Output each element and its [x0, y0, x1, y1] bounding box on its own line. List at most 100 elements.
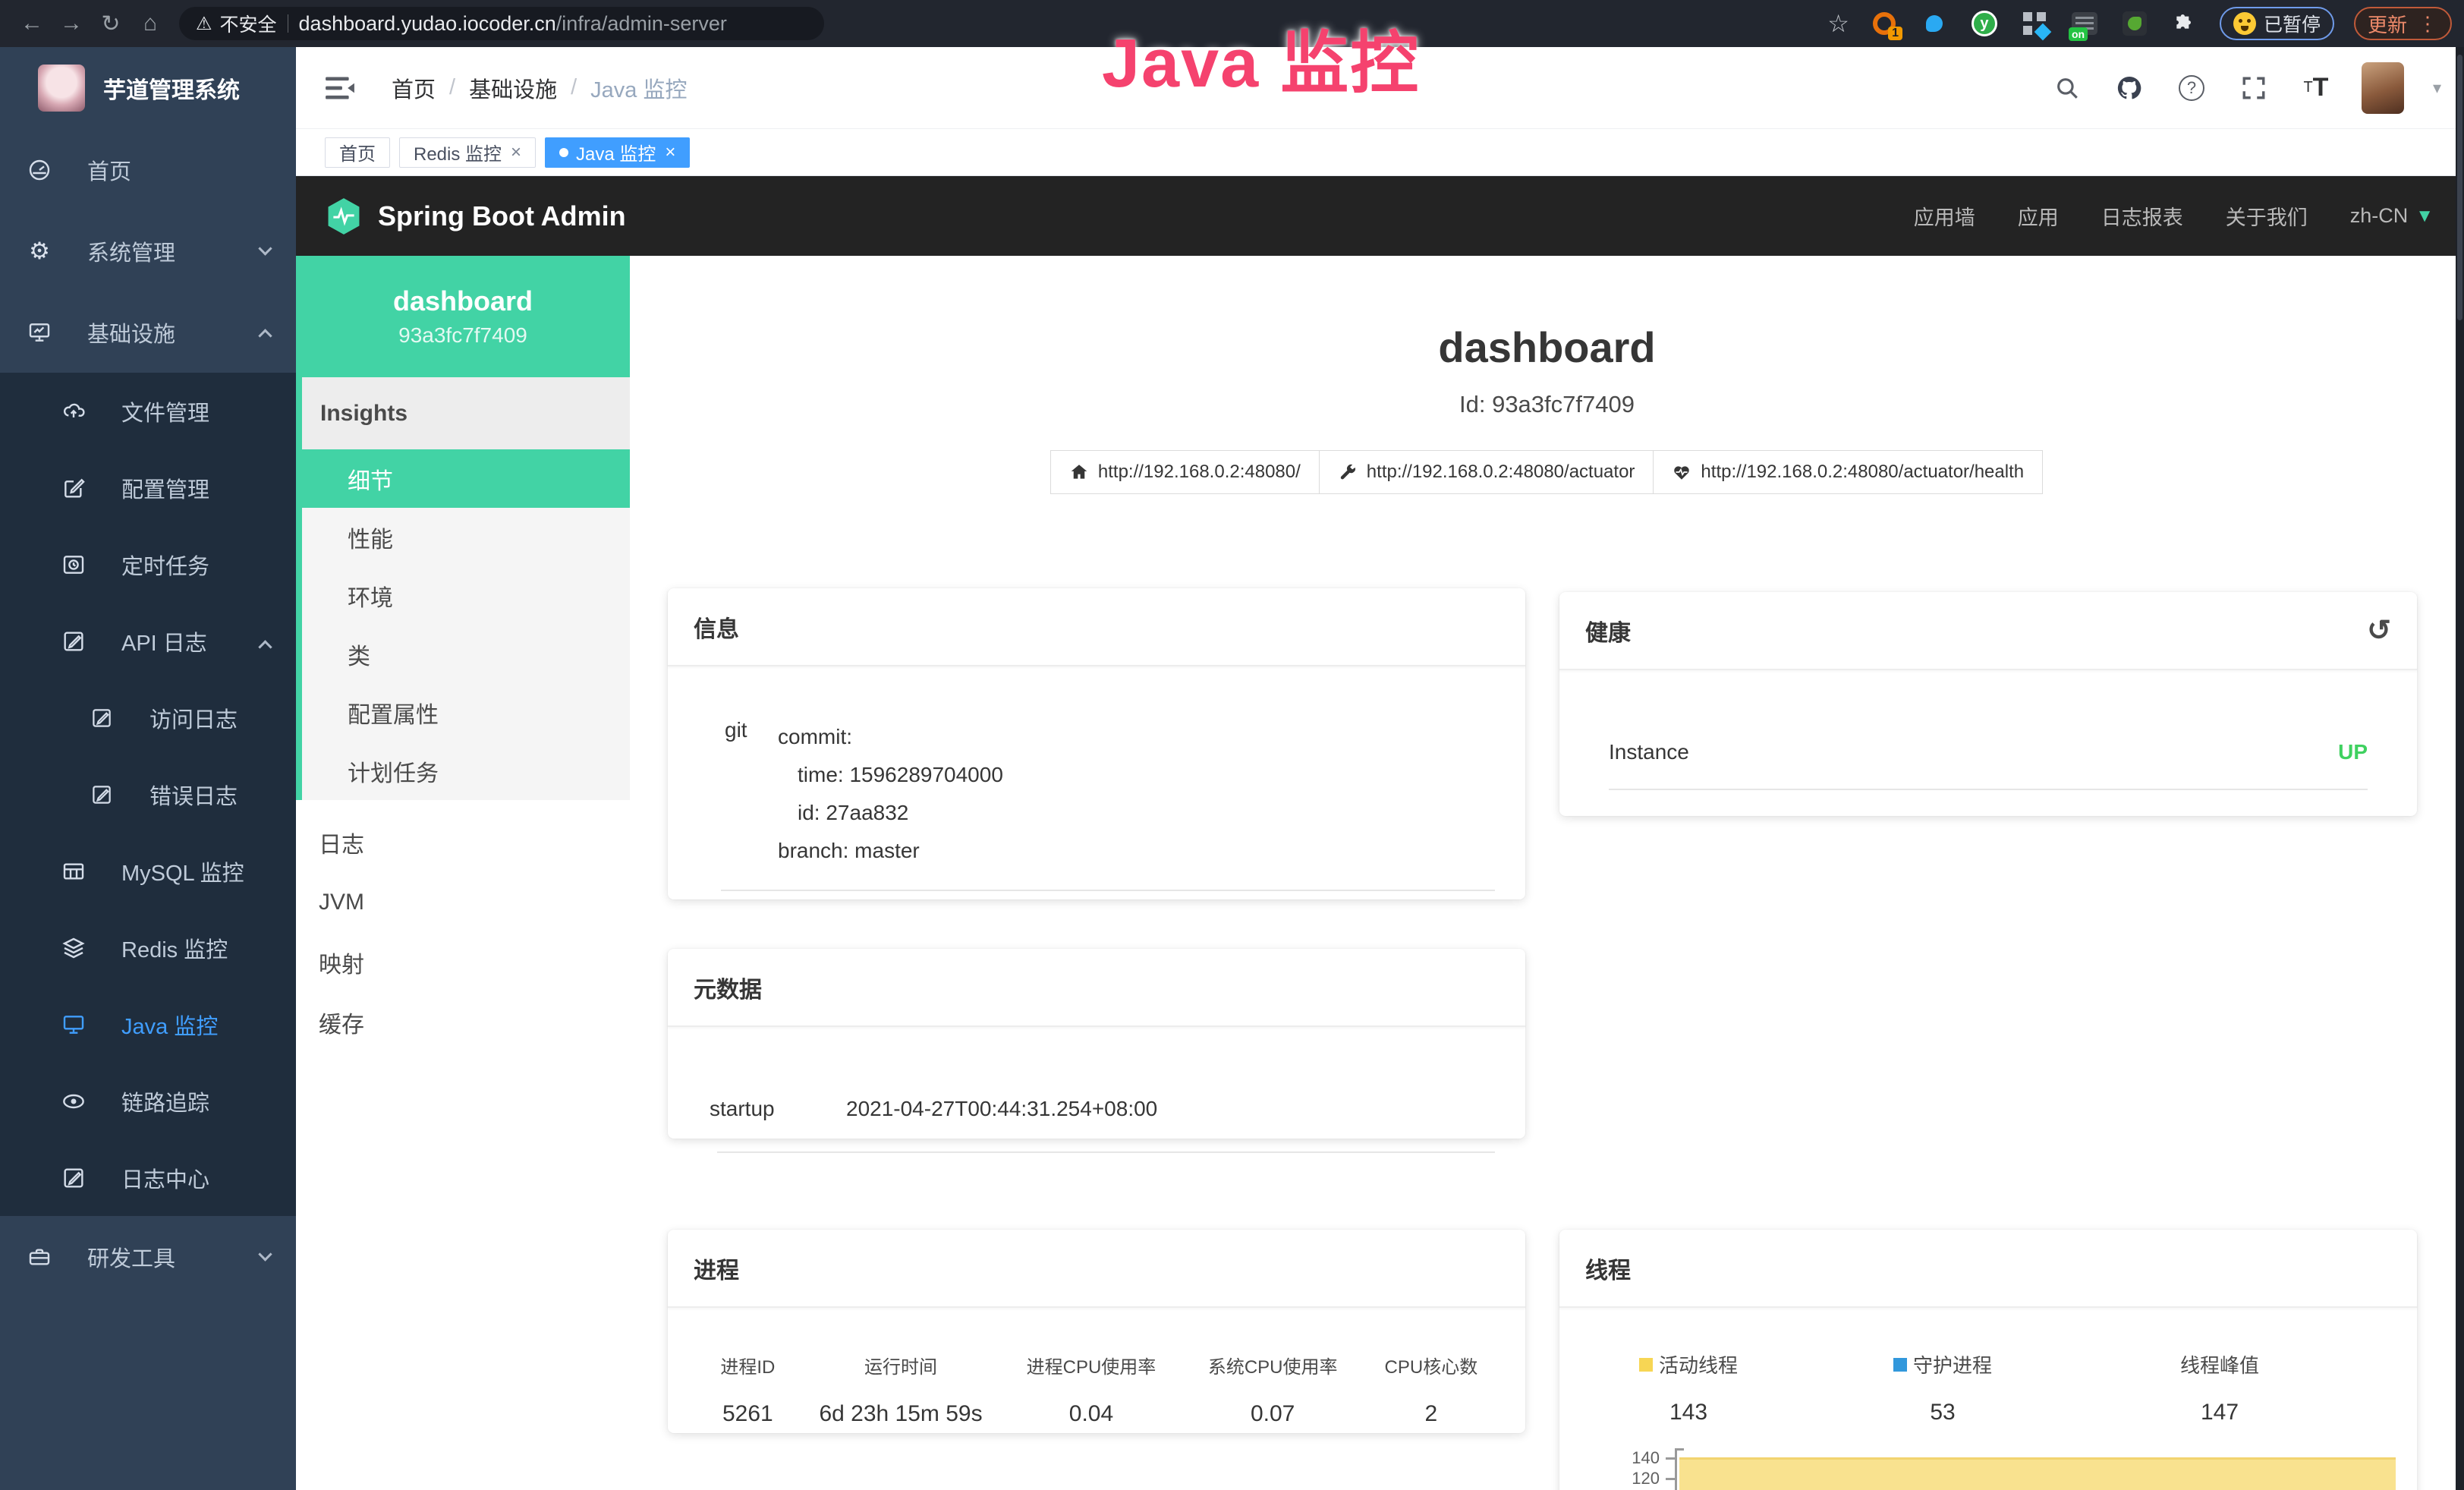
breadcrumb-section[interactable]: 基础设施 — [469, 72, 557, 104]
extension-switch-on-icon[interactable]: on — [2069, 8, 2100, 39]
legend-swatch-yellow — [1639, 1358, 1653, 1372]
process-card: 进程 进程ID 运行时间 进程CPU使用率 系统CPU使用率 CPU核心数 — [668, 1230, 1525, 1433]
search-icon[interactable] — [2050, 71, 2084, 105]
app-sidebar: 芋道管理系统 首页 ⚙ 系统管理 基础设施 — [0, 47, 296, 1490]
browser-update-button[interactable]: 更新 ⋮ — [2354, 7, 2452, 40]
font-size-icon[interactable]: TT — [2299, 71, 2333, 105]
sidebar-item-home[interactable]: 首页 — [0, 129, 296, 210]
back-icon[interactable]: ← — [12, 11, 52, 36]
edit-square-icon — [61, 476, 87, 500]
sba-menu-metrics[interactable]: 性能 — [302, 508, 630, 566]
scrollbar-thumb[interactable] — [2457, 55, 2462, 320]
sba-menu-details[interactable]: 细节 — [302, 449, 630, 508]
forward-icon[interactable]: → — [52, 11, 91, 36]
sidebar-item-label: Redis 监控 — [121, 932, 228, 964]
extensions-puzzle-icon[interactable] — [2170, 8, 2200, 39]
sidebar-item-config-management[interactable]: 配置管理 — [0, 449, 296, 526]
sba-locale-select[interactable]: zh-CN ▼ — [2350, 204, 2434, 228]
sba-menu-configprops[interactable]: 配置属性 — [302, 683, 630, 742]
live-threads-area-fill — [1679, 1457, 2396, 1490]
browser-menu-icon[interactable]: ⋮ — [2418, 12, 2438, 36]
history-icon[interactable]: ↺ — [2367, 613, 2391, 647]
breadcrumb-separator: / — [571, 75, 577, 100]
address-bar[interactable]: ⚠ 不安全 dashboard.yudao.iocoder.cn /infra/… — [179, 7, 824, 40]
reload-icon[interactable]: ↻ — [91, 11, 131, 37]
extension-leaf-icon[interactable] — [2119, 8, 2150, 39]
process-col-uptime: 运行时间 — [801, 1352, 1001, 1378]
breadcrumb-home[interactable]: 首页 — [392, 72, 436, 104]
extension-pin-icon[interactable] — [1919, 8, 1949, 39]
sba-menu-classes[interactable]: 类 — [302, 625, 630, 683]
sba-brand[interactable]: Spring Boot Admin — [326, 197, 626, 235]
avatar-caret-icon[interactable]: ▾ — [2433, 78, 2441, 98]
sba-menu-scheduled-tasks[interactable]: 计划任务 — [302, 742, 630, 800]
sidebar-item-system[interactable]: ⚙ 系统管理 — [0, 210, 296, 291]
sba-nav-wallboard[interactable]: 应用墙 — [1914, 201, 1975, 231]
sidebar-item-log-center[interactable]: 日志中心 — [0, 1139, 296, 1216]
sba-menu-mappings[interactable]: 映射 — [296, 932, 630, 992]
sidebar-item-dev-tools[interactable]: 研发工具 — [0, 1216, 296, 1297]
sba-menu-jvm[interactable]: JVM — [296, 872, 630, 932]
sba-menu-caches[interactable]: 缓存 — [296, 992, 630, 1052]
profile-paused-pill[interactable]: 已暂停 — [2220, 7, 2334, 40]
metadata-card-body: startup 2021-04-27T00:44:31.254+08:00 — [668, 1027, 1525, 1121]
sba-instance-sidebar: dashboard 93a3fc7f7409 Insights 细节 性能 环境… — [296, 256, 630, 1490]
sidebar-item-label: Java 监控 — [121, 1009, 218, 1041]
instance-title: dashboard — [630, 323, 2464, 372]
gear-icon: ⚙ — [27, 238, 52, 265]
legend-label: 守护进程 — [1913, 1350, 1992, 1378]
sidebar-item-redis-monitor[interactable]: Redis 监控 — [0, 909, 296, 986]
health-instance-row[interactable]: Instance UP — [1609, 740, 2368, 764]
sidebar-item-java-monitor[interactable]: Java 监控 — [0, 986, 296, 1063]
instance-links: http://192.168.0.2:48080/ http://192.168… — [630, 450, 2464, 494]
sba-nav-journal[interactable]: 日志报表 — [2101, 201, 2183, 231]
sidebar-item-mysql-monitor[interactable]: MySQL 监控 — [0, 833, 296, 909]
sidebar-item-error-log[interactable]: 错误日志 — [0, 756, 296, 833]
sidebar-item-trace[interactable]: 链路追踪 — [0, 1063, 296, 1139]
sba-instance-header[interactable]: dashboard 93a3fc7f7409 — [296, 256, 630, 377]
page-scrollbar[interactable] — [2456, 47, 2464, 1490]
user-avatar[interactable] — [2362, 62, 2404, 114]
process-col-cores: CPU核心数 — [1364, 1352, 1499, 1378]
sba-nav-about[interactable]: 关于我们 — [2226, 201, 2308, 231]
github-icon[interactable] — [2113, 71, 2146, 105]
sidebar-item-label: 访问日志 — [149, 702, 238, 734]
hamburger-fold-icon[interactable] — [323, 71, 357, 105]
threads-card-body: 活动线程 守护进程 线程峰值 — [1559, 1308, 2417, 1490]
sidebar-item-access-log[interactable]: 访问日志 — [0, 679, 296, 756]
help-icon[interactable]: ? — [2175, 71, 2208, 105]
fullscreen-icon[interactable] — [2237, 71, 2270, 105]
process-proc-cpu-value: 0.04 — [1000, 1401, 1182, 1427]
row-divider — [721, 890, 1495, 891]
y-tick-120: 120 — [1606, 1470, 1660, 1487]
app-logo-row[interactable]: 芋道管理系统 — [0, 47, 296, 129]
sba-menu-logs[interactable]: 日志 — [296, 812, 630, 872]
close-icon[interactable]: × — [665, 142, 675, 163]
tab-java-monitor[interactable]: Java 监控 × — [545, 137, 690, 168]
close-icon[interactable]: × — [511, 142, 521, 163]
sba-nav-applications[interactable]: 应用 — [2018, 201, 2059, 231]
sidebar-item-scheduled-jobs[interactable]: 定时任务 — [0, 526, 296, 603]
health-url-button[interactable]: http://192.168.0.2:48080/actuator/health — [1653, 450, 2043, 494]
monitor-icon — [27, 320, 52, 345]
active-dot — [559, 148, 568, 157]
extension-colorpicker-icon[interactable]: 1 — [1869, 8, 1899, 39]
annotation-overlay-text: Java 监控 — [1102, 8, 1420, 106]
home-icon[interactable]: ⌂ — [131, 11, 170, 36]
sidebar-item-infrastructure[interactable]: 基础设施 — [0, 291, 296, 373]
sidebar-item-file-management[interactable]: 文件管理 — [0, 373, 296, 449]
legend-peak-threads: 线程峰值 — [2068, 1350, 2371, 1378]
sba-menu-environment[interactable]: 环境 — [302, 566, 630, 625]
spring-boot-admin-frame: Spring Boot Admin 应用墙 应用 日志报表 关于我们 zh-CN… — [296, 176, 2464, 1490]
service-url-button[interactable]: http://192.168.0.2:48080/ — [1050, 450, 1320, 494]
table-icon — [61, 859, 87, 884]
bookmark-star-icon[interactable]: ☆ — [1827, 9, 1849, 38]
tab-home[interactable]: 首页 — [325, 137, 390, 168]
extension-y-icon[interactable]: y — [1969, 8, 2000, 39]
extension-grid-icon[interactable] — [2019, 8, 2050, 39]
sidebar-item-api-log[interactable]: API 日志 — [0, 603, 296, 679]
actuator-url-button[interactable]: http://192.168.0.2:48080/actuator — [1319, 450, 1654, 494]
process-header-row: 进程ID 运行时间 进程CPU使用率 系统CPU使用率 CPU核心数 — [694, 1352, 1499, 1378]
sidebar-item-label: 首页 — [87, 154, 131, 186]
tab-redis-monitor[interactable]: Redis 监控 × — [399, 137, 536, 168]
